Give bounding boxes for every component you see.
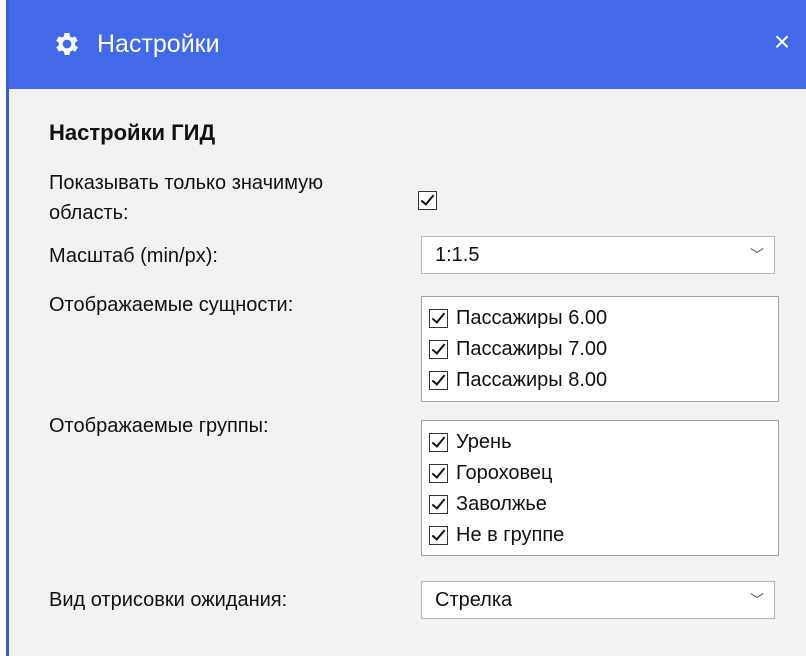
groups-list[interactable]: Урень Гороховец Заволжье Не в группе (421, 420, 779, 556)
entity-item[interactable]: Пассажиры 8.00 (422, 365, 778, 396)
wait-style-dropdown[interactable]: Стрелка ﹀ (421, 581, 775, 619)
title-bar[interactable]: Настройки × (9, 0, 806, 89)
entity-checkbox[interactable] (429, 340, 448, 359)
entity-label: Пассажиры 8.00 (456, 369, 608, 391)
groups-label: Отображаемые группы: (49, 415, 269, 437)
entity-checkbox[interactable] (429, 371, 448, 390)
group-item[interactable]: Заволжье (422, 489, 778, 520)
entity-label: Пассажиры 7.00 (456, 338, 608, 360)
chevron-down-icon: ﹀ (750, 592, 764, 608)
scale-value: 1:1.5 (435, 244, 480, 266)
entities-label: Отображаемые сущности: (49, 294, 294, 316)
only-significant-label-line2: область: (49, 202, 129, 224)
group-label: Не в группе (456, 524, 565, 546)
close-button[interactable]: × (758, 18, 806, 66)
entities-list[interactable]: Пассажиры 6.00 Пассажиры 7.00 Пассажиры … (421, 296, 779, 402)
entity-item[interactable]: Пассажиры 7.00 (422, 334, 778, 365)
wait-style-label: Вид отрисовки ожидания: (49, 589, 288, 611)
group-item[interactable]: Не в группе (422, 520, 778, 551)
group-label: Урень (456, 431, 512, 453)
scale-label: Масштаб (min/px): (49, 245, 218, 267)
close-icon: × (773, 26, 791, 57)
section-title: Настройки ГИД (49, 120, 216, 145)
group-item[interactable]: Гороховец (422, 458, 778, 489)
gear-icon (56, 33, 78, 55)
window-title: Настройки (97, 30, 220, 58)
only-significant-checkbox[interactable] (418, 191, 437, 210)
chevron-down-icon: ﹀ (750, 247, 764, 263)
group-checkbox[interactable] (429, 464, 448, 483)
group-label: Гороховец (456, 462, 553, 484)
settings-panel: Настройки ГИД Показывать только значимую… (9, 89, 806, 656)
group-label: Заволжье (456, 493, 547, 515)
group-checkbox[interactable] (429, 526, 448, 545)
group-checkbox[interactable] (429, 495, 448, 514)
only-significant-label: Показывать только значимую область: (49, 168, 323, 228)
window-left-border (0, 0, 9, 656)
entity-checkbox[interactable] (429, 309, 448, 328)
entity-item[interactable]: Пассажиры 6.00 (422, 303, 778, 334)
only-significant-label-line1: Показывать только значимую (49, 172, 324, 194)
scale-dropdown[interactable]: 1:1.5 ﹀ (421, 236, 775, 274)
group-checkbox[interactable] (429, 433, 448, 452)
group-item[interactable]: Урень (422, 427, 778, 458)
wait-style-value: Стрелка (435, 589, 513, 611)
entity-label: Пассажиры 6.00 (456, 307, 608, 329)
